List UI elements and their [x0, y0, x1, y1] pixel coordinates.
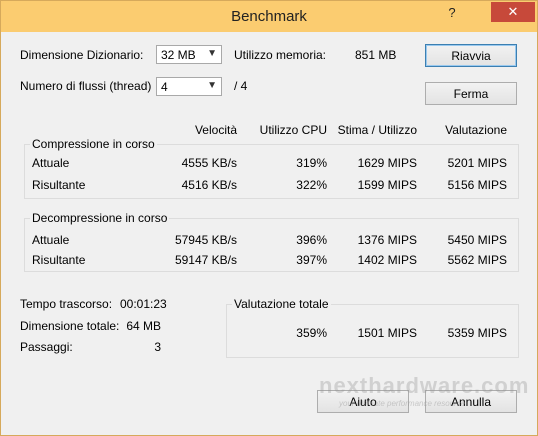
- title-bar: Benchmark ? ✕: [1, 1, 537, 32]
- passes-label: Passaggi:: [20, 340, 73, 354]
- cancel-button[interactable]: Annulla: [425, 390, 517, 413]
- estimate-cell: 1629 MIPS: [357, 156, 417, 170]
- memory-usage-value: 851 MB: [355, 48, 397, 62]
- cpu-cell: 397%: [296, 253, 327, 267]
- rating-cell: 5156 MIPS: [447, 178, 507, 192]
- rating-cell: 5450 MIPS: [447, 233, 507, 247]
- estimate-cell: 1599 MIPS: [357, 178, 417, 192]
- elapsed-time-label: Tempo trascorso:: [20, 297, 113, 311]
- row-label: Attuale: [32, 233, 70, 247]
- benchmark-window: Benchmark ? ✕ Dimensione Dizionario: 32 …: [0, 0, 538, 436]
- passes-value: 3: [154, 340, 161, 354]
- total-size-value: 64 MB: [126, 319, 161, 333]
- cpu-cell: 396%: [296, 233, 327, 247]
- memory-usage-label: Utilizzo memoria:: [234, 48, 327, 62]
- dictionary-size-label: Dimensione Dizionario:: [20, 48, 144, 62]
- column-header-speed: Velocità: [194, 123, 237, 137]
- cpu-cell: 322%: [296, 178, 327, 192]
- estimate-cell: 1402 MIPS: [357, 253, 417, 267]
- restart-button[interactable]: Riavvia: [425, 44, 517, 67]
- column-header-estimate: Stima / Utilizzo: [337, 123, 417, 137]
- speed-cell: 59147 KB/s: [174, 253, 237, 267]
- chevron-down-icon: ▼: [207, 48, 217, 59]
- dictionary-size-select[interactable]: 32 MB ▼: [156, 45, 222, 64]
- row-label: Risultante: [32, 253, 86, 267]
- column-header-cpu: Utilizzo CPU: [259, 123, 327, 137]
- total-estimate-value: 1501 MIPS: [357, 326, 417, 340]
- column-header-rating: Valutazione: [445, 123, 507, 137]
- cpu-cell: 319%: [296, 156, 327, 170]
- rating-cell: 5201 MIPS: [447, 156, 507, 170]
- total-rating-value: 5359 MIPS: [447, 326, 507, 340]
- threads-select[interactable]: 4 ▼: [156, 77, 222, 96]
- total-size-label: Dimensione totale:: [20, 319, 120, 333]
- elapsed-time-value: 00:01:23: [120, 297, 167, 311]
- threads-max: / 4: [234, 79, 248, 93]
- decompression-group-title: Decompressione in corso: [30, 211, 170, 225]
- speed-cell: 4516 KB/s: [181, 178, 237, 192]
- row-label: Attuale: [32, 156, 70, 170]
- total-cpu-value: 359%: [296, 326, 327, 340]
- threads-label: Numero di flussi (thread): [20, 79, 152, 93]
- speed-cell: 4555 KB/s: [181, 156, 237, 170]
- help-icon[interactable]: ?: [439, 2, 465, 22]
- speed-cell: 57945 KB/s: [174, 233, 237, 247]
- dictionary-size-value: 32 MB: [161, 48, 196, 62]
- row-label: Risultante: [32, 178, 86, 192]
- help-button[interactable]: Aiuto: [317, 390, 409, 413]
- chevron-down-icon: ▼: [207, 80, 217, 91]
- estimate-cell: 1376 MIPS: [357, 233, 417, 247]
- rating-cell: 5562 MIPS: [447, 253, 507, 267]
- total-rating-title: Valutazione totale: [232, 297, 331, 311]
- close-icon[interactable]: ✕: [491, 2, 535, 22]
- stop-button[interactable]: Ferma: [425, 82, 517, 105]
- threads-value: 4: [161, 80, 168, 94]
- compression-group-title: Compressione in corso: [30, 137, 157, 151]
